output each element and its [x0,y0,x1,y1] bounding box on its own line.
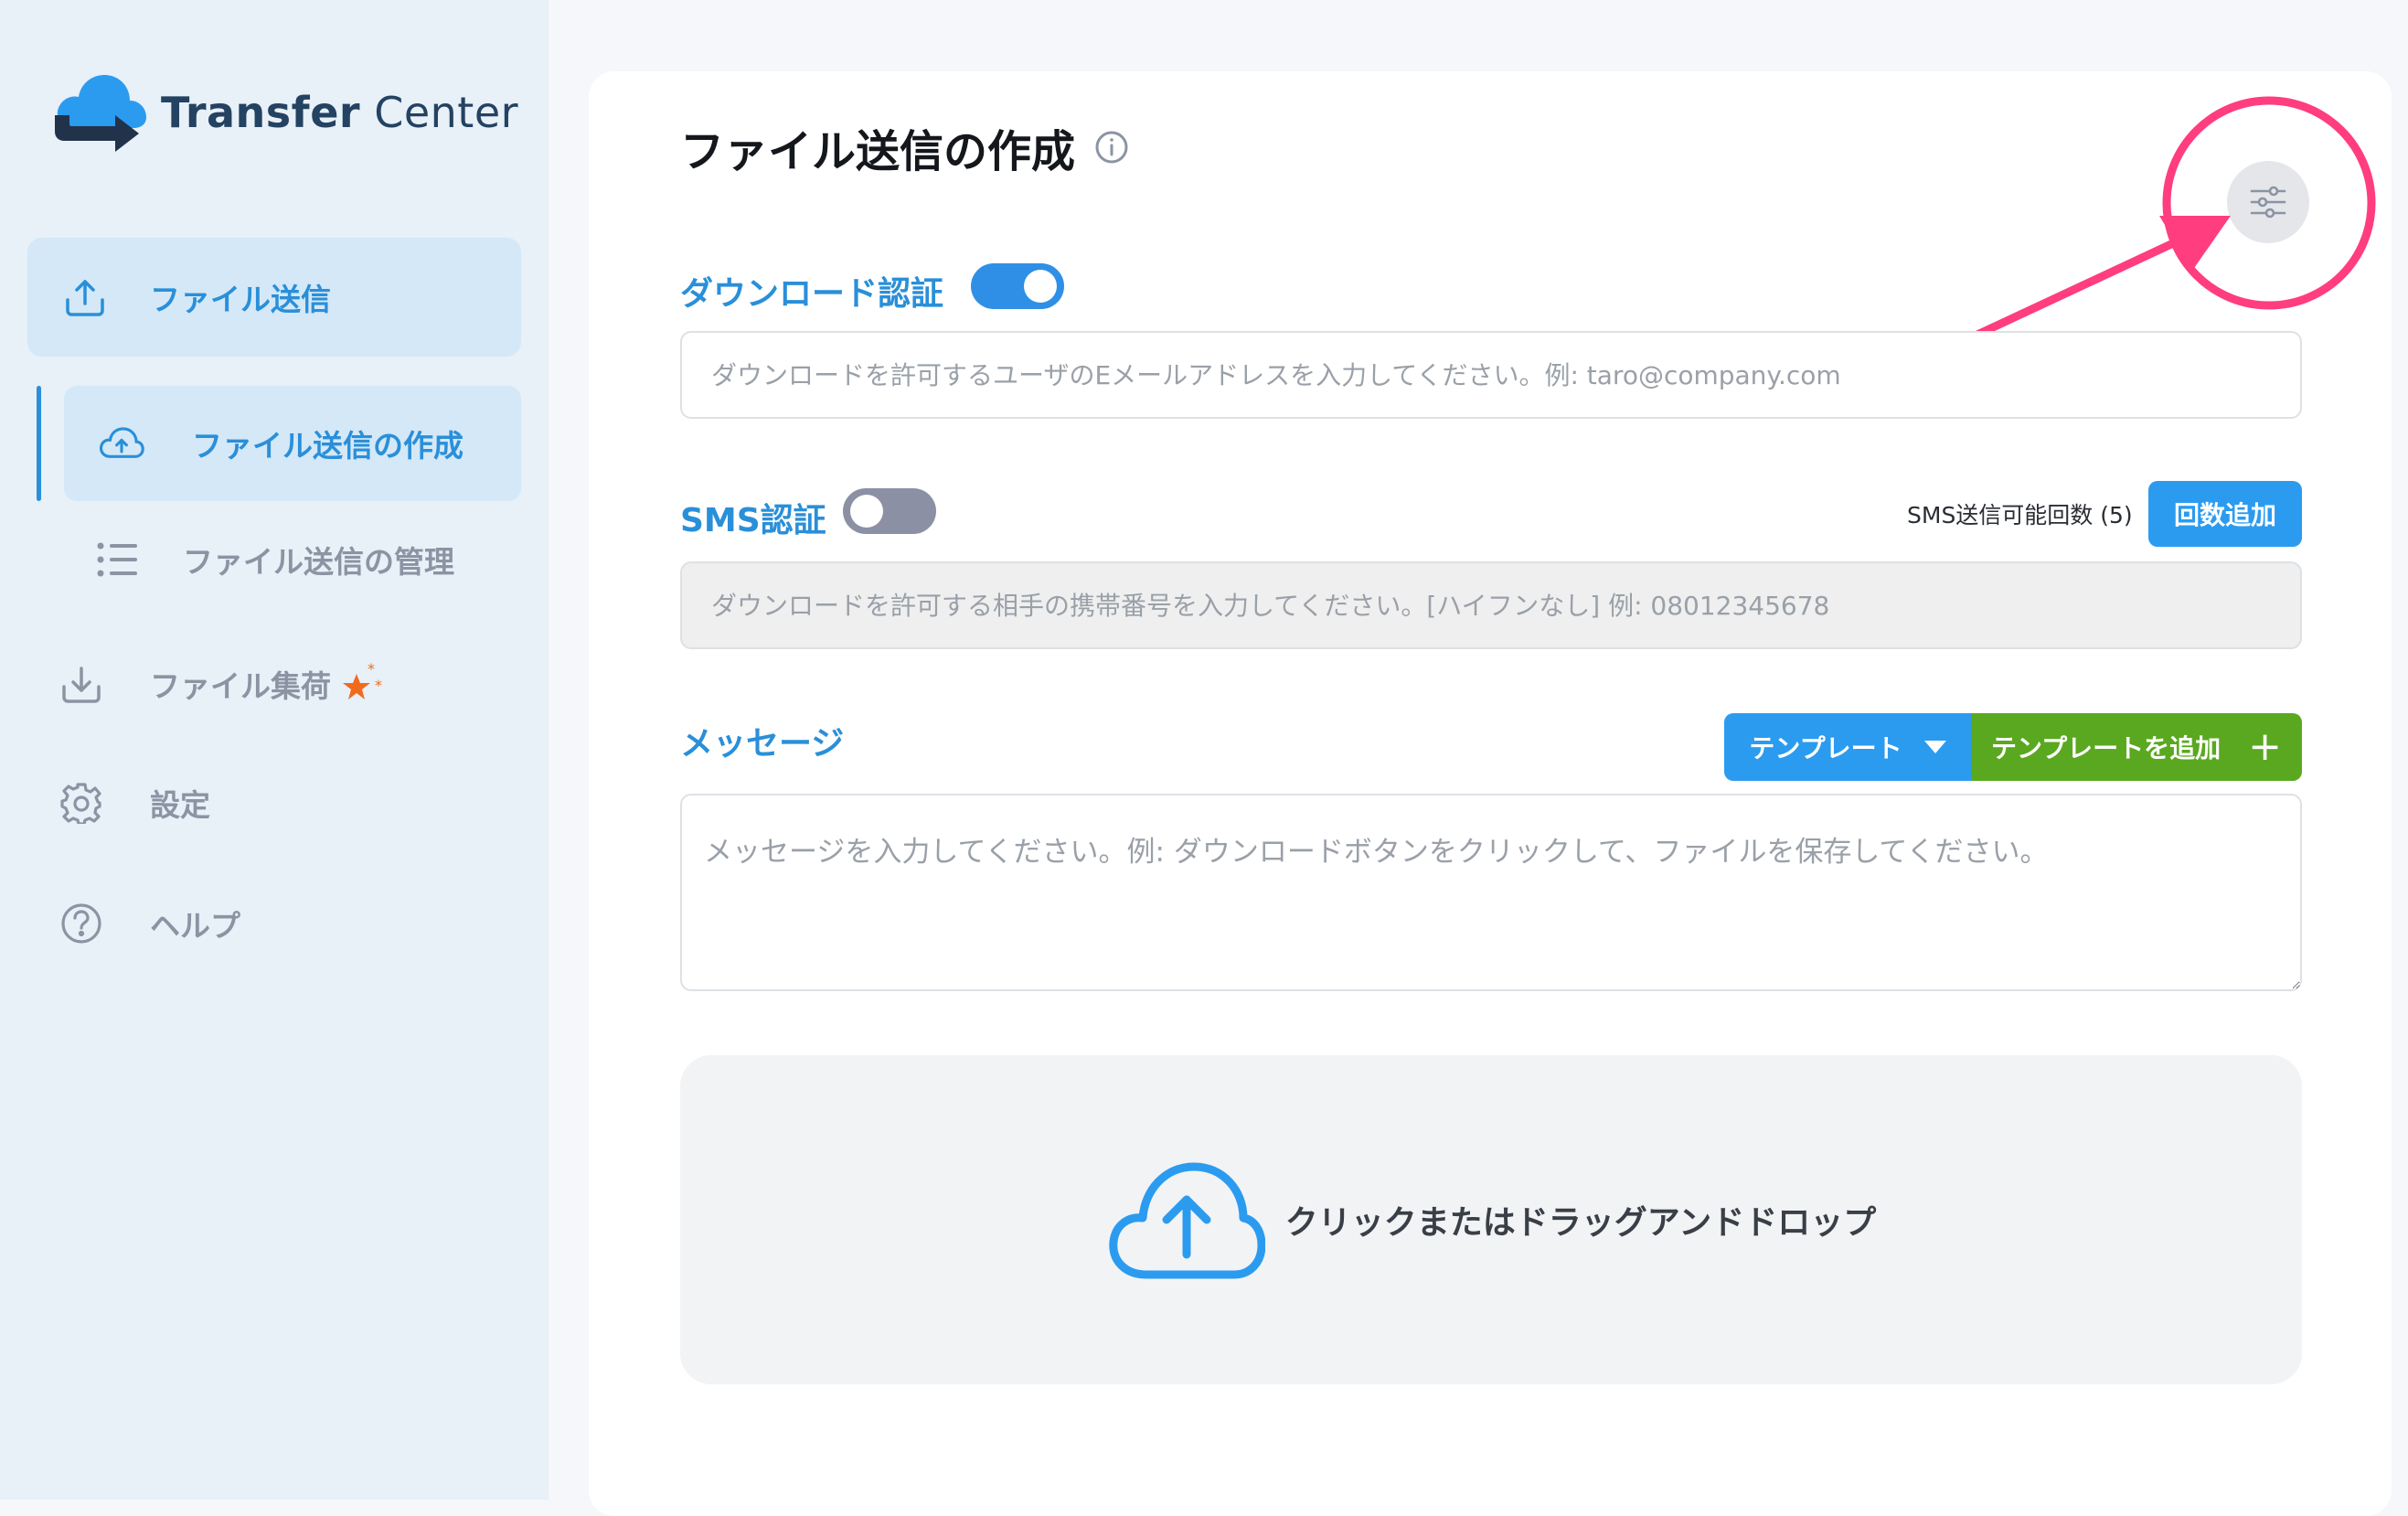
sms-auth-label: SMS認証 [680,502,826,539]
sidebar-item-label: ファイル送信の作成 [192,428,463,464]
cloud-upload-icon [99,421,144,466]
active-indicator [37,386,41,501]
add-sms-count-button[interactable]: 回数追加 [2148,481,2302,547]
template-dropdown-button[interactable]: テンプレート [1724,713,1971,781]
template-button-label: テンプレート [1749,733,1902,763]
transfer-cloud-logo-icon [55,75,146,152]
upload-tray-icon [62,274,108,320]
sidebar-item-file-collect[interactable]: ファイル集荷 * * [59,651,388,717]
logo-secondary-text: Center [374,88,519,137]
dropzone-text: クリックまたはドラッグアンドドロップ [1284,1204,1877,1242]
sidebar: Transfer Center ファイル送信 ファイル送信の作成 ファイル送信の… [0,0,549,1500]
help-circle-icon [59,901,104,946]
sidebar-item-label: ファイル集荷 [150,668,331,704]
list-icon [95,537,141,582]
logo-primary-text: Transfer [161,88,361,137]
message-label: メッセージ [680,725,845,763]
sidebar-item-help[interactable]: ヘルプ [59,894,240,953]
gear-icon [59,780,104,826]
info-icon[interactable] [1093,129,1130,165]
page-header: ファイル送信の作成 [680,115,1130,179]
sidebar-item-file-send[interactable]: ファイル送信 [27,238,521,357]
download-auth-toggle[interactable] [971,263,1064,309]
sidebar-item-settings[interactable]: 設定 [59,774,210,832]
new-star-icon: * * [342,660,388,707]
sms-phone-input[interactable] [680,561,2302,649]
page-title: ファイル送信の作成 [680,126,1076,177]
toggle-knob [1024,270,1057,303]
download-auth-email-input[interactable] [680,331,2302,419]
file-dropzone[interactable]: クリックまたはドラッグアンドドロップ [680,1055,2302,1384]
svg-text:*: * [375,677,382,694]
sms-auth-toggle[interactable] [843,488,936,534]
plus-icon: + [2248,723,2283,770]
sidebar-item-create-transfer[interactable]: ファイル送信の作成 [64,386,521,501]
app-logo[interactable]: Transfer Center [51,68,518,157]
svg-text:*: * [368,661,375,678]
sms-remaining-count: SMS送信可能回数 (5) [1907,502,2133,528]
sidebar-item-label: 設定 [150,787,210,823]
download-auth-label: ダウンロード認証 [680,275,944,313]
cloud-upload-icon [1109,1162,1265,1279]
sidebar-item-label: ファイル送信の管理 [183,544,454,580]
sidebar-item-manage-transfer[interactable]: ファイル送信の管理 [95,530,454,589]
add-template-button-label: テンプレートを追加 [1990,733,2222,763]
annotation-highlight [1961,96,2376,345]
add-template-button[interactable]: テンプレートを追加 + [1971,713,2302,781]
toggle-knob [850,495,883,528]
sidebar-item-label: ヘルプ [150,908,240,944]
message-textarea[interactable] [680,794,2302,991]
sidebar-item-label: ファイル送信 [150,282,331,317]
caret-down-icon [1923,741,1946,753]
download-tray-icon [59,661,104,707]
